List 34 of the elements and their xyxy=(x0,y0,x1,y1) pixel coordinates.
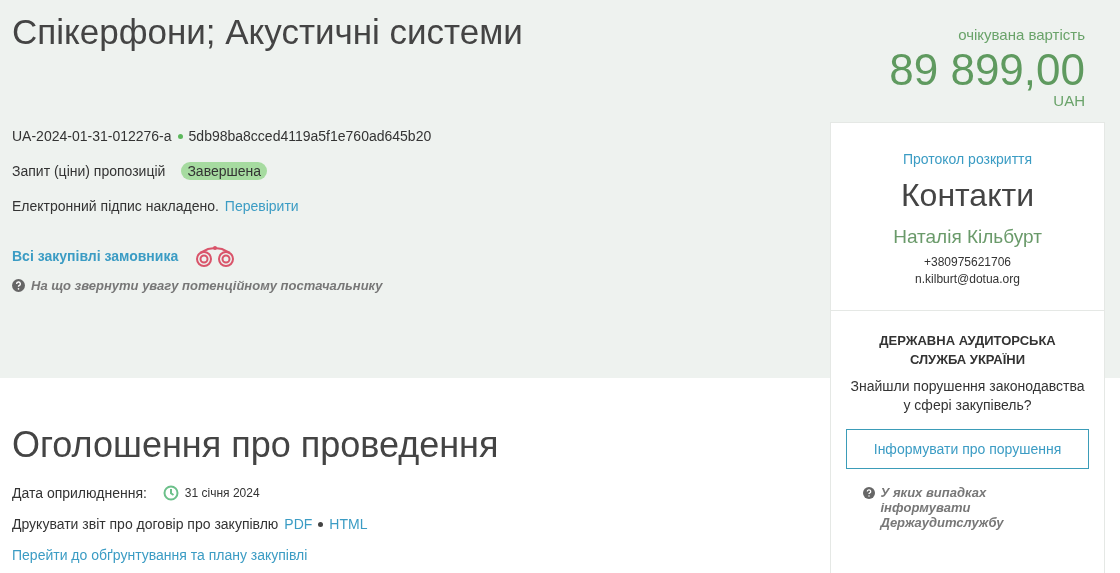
page-title: Спікерфони; Акустичні системи xyxy=(12,12,524,52)
publish-date: 31 січня 2024 xyxy=(184,486,260,500)
audit-title: ДЕРЖАВНА АУДИТОРСЬКА СЛУЖБА УКРАЇНИ xyxy=(878,332,1057,369)
contact-email: n.kilburt@dotua.org xyxy=(915,271,1020,288)
verify-link[interactable]: Перевірити xyxy=(224,198,299,214)
contact-phone: +380975621706 xyxy=(923,254,1012,271)
tender-hash: 5db98ba8cced4119a5f1e760ad645b20 xyxy=(188,128,432,144)
price-currency: UAH xyxy=(1052,93,1085,109)
print-report-text: Друкувати звіт про договір про закупівлю xyxy=(12,516,279,532)
status-badge: Завершена xyxy=(181,162,268,180)
signature-text: Електронний підпис накладено. xyxy=(12,198,219,214)
supplier-hint[interactable]: На що звернути увагу потенційному постачальнику xyxy=(31,277,383,293)
buyer-tenders-link[interactable]: Всі закупівлі замовника xyxy=(12,248,179,264)
audit-hint[interactable]: У яких випадках інформувати Держаудитслужбу xyxy=(880,485,1073,530)
report-format-link[interactable]: PDF xyxy=(284,516,313,532)
date-label: Дата оприлюднення: xyxy=(12,485,147,501)
report-format-link[interactable]: HTML xyxy=(329,516,368,532)
separator-dot-icon xyxy=(318,521,324,527)
separator-dot-icon xyxy=(177,133,183,139)
tender-id: UA-2024-01-31-012276-a xyxy=(12,128,172,144)
help-icon xyxy=(12,278,25,292)
help-icon xyxy=(862,487,875,499)
section-title: Оголошення про проведення xyxy=(12,424,500,466)
price-label: очікувана вартість xyxy=(957,25,1085,43)
procedure-type: Запит (ціни) пропозицій xyxy=(12,163,166,179)
contact-name: Наталія Кільбурт xyxy=(893,226,1042,248)
binoculars-icon xyxy=(194,245,237,267)
price-amount: 89 899,00 xyxy=(888,47,1085,94)
contacts-title: Контакти xyxy=(900,177,1035,214)
report-violation-button[interactable]: Інформувати про порушення xyxy=(846,429,1089,469)
clock-icon xyxy=(162,485,179,501)
protocol-link[interactable]: Протокол розкриття xyxy=(902,151,1033,167)
plan-link[interactable]: Перейти до обґрунтування та плану закупівлі xyxy=(12,547,308,563)
audit-question: Знайшли порушення законодавства у сфері закупівель? xyxy=(849,377,1086,415)
